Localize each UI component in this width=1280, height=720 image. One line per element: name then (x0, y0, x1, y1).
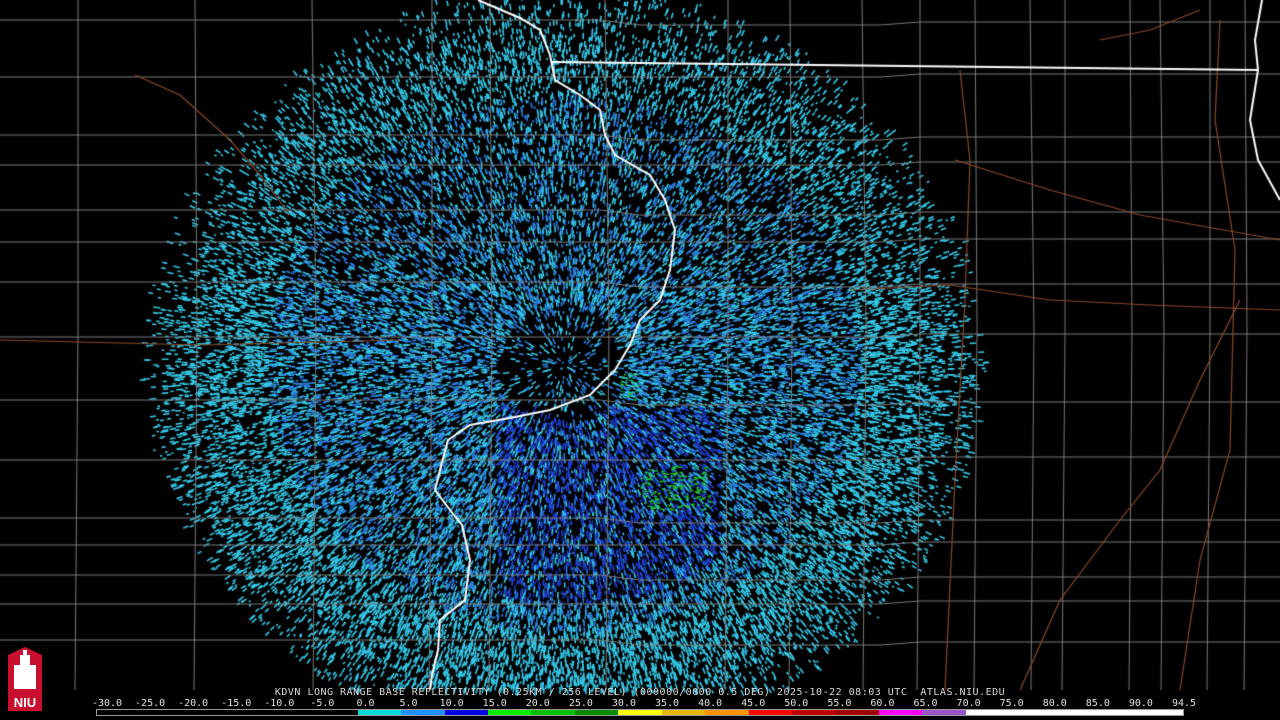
colorbar-segment (97, 710, 141, 715)
colorbar-segment (487, 710, 532, 715)
colorbar-tick: 10.0 (439, 698, 464, 709)
colorbar-tick: 5.0 (399, 698, 418, 709)
colorbar-tick: -30.0 (91, 698, 123, 709)
reflectivity-colorbar (96, 709, 1184, 716)
colorbar-segment (618, 710, 662, 715)
colorbar-tick: -10.0 (264, 698, 295, 709)
colorbar-segment (357, 710, 402, 715)
colorbar-tick: 85.0 (1085, 698, 1110, 709)
colorbar-segment (705, 710, 749, 715)
colorbar-segment (444, 710, 488, 715)
colorbar-segment (661, 710, 706, 715)
colorbar-tick: 75.0 (999, 698, 1024, 709)
colorbar-tick: 0.0 (356, 698, 375, 709)
colorbar-segment (531, 710, 575, 715)
logo-text: NIU (14, 695, 36, 710)
colorbar-tick: -15.0 (221, 698, 252, 709)
colorbar-tick: 30.0 (611, 698, 636, 709)
colorbar-tick: 80.0 (1042, 698, 1067, 709)
colorbar-segment (270, 710, 315, 715)
radar-map (0, 0, 1280, 720)
colorbar-segment (965, 710, 1010, 715)
colorbar-tick: 25.0 (568, 698, 593, 709)
colorbar-tick: 15.0 (482, 698, 507, 709)
colorbar-tick: 20.0 (525, 698, 550, 709)
colorbar-segment (314, 710, 358, 715)
colorbar-tick: 70.0 (956, 698, 981, 709)
colorbar-segment (1009, 710, 1053, 715)
logo-tower (20, 655, 30, 689)
colorbar-segment (574, 710, 619, 715)
colorbar-tick: -20.0 (178, 698, 209, 709)
colorbar-segment (1052, 710, 1097, 715)
colorbar-tick: 90.0 (1128, 698, 1153, 709)
colorbar-tick: 55.0 (827, 698, 852, 709)
logo-left-wing (14, 665, 20, 689)
colorbar-tick: 60.0 (870, 698, 895, 709)
colorbar-tick: -25.0 (135, 698, 166, 709)
colorbar-segment (792, 710, 836, 715)
colorbar-segment (835, 710, 879, 715)
colorbar-segment (401, 710, 445, 715)
colorbar-tick: 45.0 (741, 698, 766, 709)
product-caption: KDVN LONG RANGE BASE REFLECTIVITY (0.25K… (274, 687, 1006, 698)
colorbar-tick: 35.0 (654, 698, 680, 709)
colorbar-tick: 40.0 (698, 698, 723, 709)
colorbar-tick: 94.5 (1171, 698, 1197, 709)
colorbar-segment (183, 710, 228, 715)
colorbar-segment (227, 710, 271, 715)
colorbar-tick: 50.0 (784, 698, 809, 709)
colorbar-segment (922, 710, 966, 715)
colorbar-segment (1139, 710, 1183, 715)
university-tower-icon: NIU (8, 647, 42, 711)
logo-spire (23, 650, 27, 656)
colorbar-tick: -5.0 (310, 698, 335, 709)
logo-right-wing (30, 665, 36, 689)
colorbar-segment (878, 710, 923, 715)
colorbar-segment (748, 710, 792, 715)
colorbar-tick: 65.0 (913, 698, 938, 709)
colorbar-segment (1096, 710, 1140, 715)
colorbar-segment (140, 710, 184, 715)
